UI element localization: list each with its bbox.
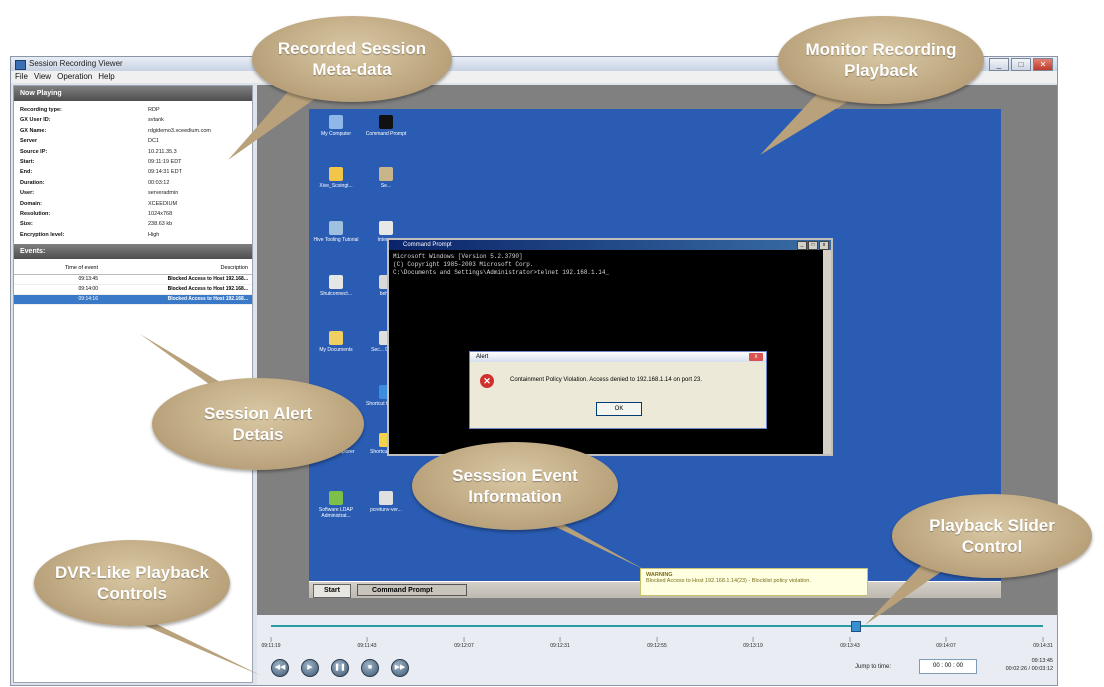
callout-text: Sesssion Event Information	[452, 466, 578, 506]
callout-monitor-playback: Monitor Recording Playback	[778, 16, 984, 104]
callout-session-alert: Session Alert Detais	[152, 378, 364, 470]
callout-session-event: Sesssion Event Information	[412, 442, 618, 530]
callout-text: Playback Slider Control	[929, 516, 1055, 556]
callout-session-metadata: Recorded Session Meta-data	[252, 16, 452, 102]
callout-text: Recorded Session Meta-data	[277, 39, 427, 79]
callout-slider-control: Playback Slider Control	[892, 494, 1092, 578]
callout-dvr-controls: DVR-Like Playback Controls	[34, 540, 230, 626]
callout-text: Session Alert Detais	[203, 404, 313, 444]
callout-text: Monitor Recording Playback	[805, 40, 957, 80]
callout-text: DVR-Like Playback Controls	[54, 563, 209, 603]
